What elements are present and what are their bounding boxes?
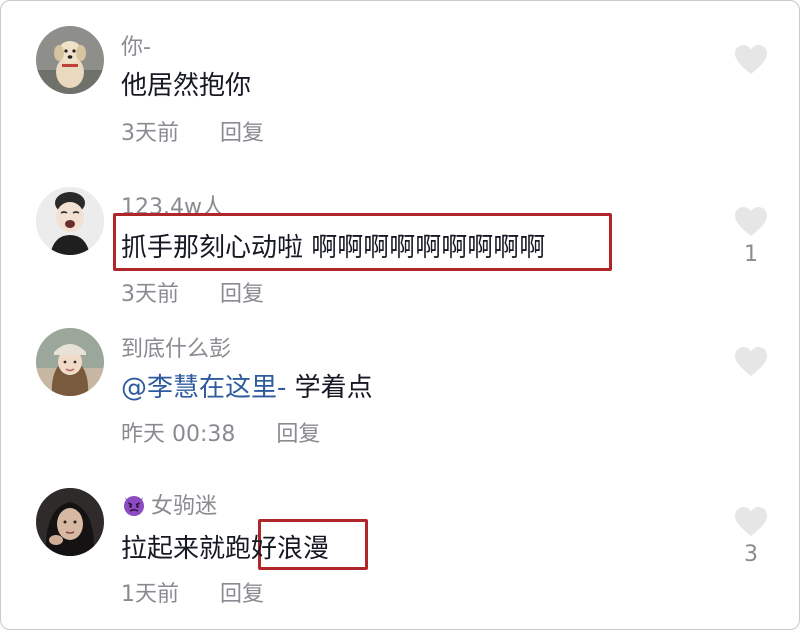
avatar[interactable] (36, 328, 104, 396)
like-button[interactable]: 1 (732, 205, 770, 267)
like-count: 3 (744, 542, 758, 567)
comment-username[interactable]: 女驹迷 (121, 488, 217, 520)
heart-icon (735, 207, 767, 236)
comment-text: 抓手那刻心动啦 啊啊啊啊啊啊啊啊啊 (121, 233, 546, 263)
mention-link[interactable]: @李慧在这里- (121, 373, 286, 403)
crying-child-avatar-icon (36, 187, 104, 255)
comment-time: 1天前 (121, 582, 179, 607)
comment-time: 3天前 (121, 121, 179, 146)
purple-devil-emoji-icon (121, 491, 147, 517)
woman-avatar-icon (36, 488, 104, 556)
comment-text: 拉起来就跑好浪漫 (121, 528, 329, 565)
comment-username[interactable]: 你- (121, 29, 151, 61)
like-count: 1 (744, 242, 758, 267)
reply-button[interactable]: 回复 (276, 416, 320, 448)
heart-icon (735, 45, 767, 74)
comment-text-body: 学着点 (286, 373, 373, 403)
avatar[interactable] (36, 26, 104, 94)
comment-item: 你- 他居然抱你 3天前 回复 (1, 1, 800, 161)
comment-username[interactable]: 到底什么彭 (121, 331, 231, 363)
comment-text: @李慧在这里- 学着点 (121, 367, 373, 404)
comment-meta: 3天前 回复 (121, 115, 264, 147)
dog-avatar-icon (36, 26, 104, 94)
like-button[interactable]: 3 (732, 505, 770, 567)
comment-meta: 1天前 回复 (121, 576, 264, 608)
comment-meta: 昨天 00:38 回复 (121, 416, 320, 448)
heart-icon (735, 347, 767, 376)
comment-text-body: 拉起来就跑 (121, 534, 252, 564)
comment-item: 到底什么彭 @李慧在这里- 学着点 昨天 00:38 回复 (1, 321, 800, 471)
reply-button[interactable]: 回复 (220, 276, 264, 308)
comment-item: 123.4w人 抓手那刻心动啦 啊啊啊啊啊啊啊啊啊 3天前 回复 1 (1, 161, 800, 321)
heart-icon (735, 507, 767, 536)
avatar[interactable] (36, 488, 104, 556)
comment-time: 昨天 00:38 (121, 422, 236, 447)
comment-meta: 3天前 回复 (121, 276, 264, 308)
avatar[interactable] (36, 187, 104, 255)
comment-username-text: 女驹迷 (151, 494, 218, 519)
like-button[interactable] (732, 43, 770, 80)
comment-time: 3天前 (121, 282, 179, 307)
reply-button[interactable]: 回复 (220, 576, 264, 608)
like-button[interactable] (732, 345, 770, 382)
comment-list: 你- 他居然抱你 3天前 回复 123.4w人 抓手那刻心动啦 啊啊啊啊啊啊啊啊… (0, 0, 800, 630)
girl-cap-avatar-icon (36, 328, 104, 396)
comment-item: 女驹迷 拉起来就跑好浪漫 1天前 回复 3 (1, 471, 800, 631)
comment-text-highlight: 好浪漫 (251, 534, 330, 564)
reply-button[interactable]: 回复 (220, 115, 264, 147)
comment-text: 他居然抱你 (121, 71, 252, 101)
